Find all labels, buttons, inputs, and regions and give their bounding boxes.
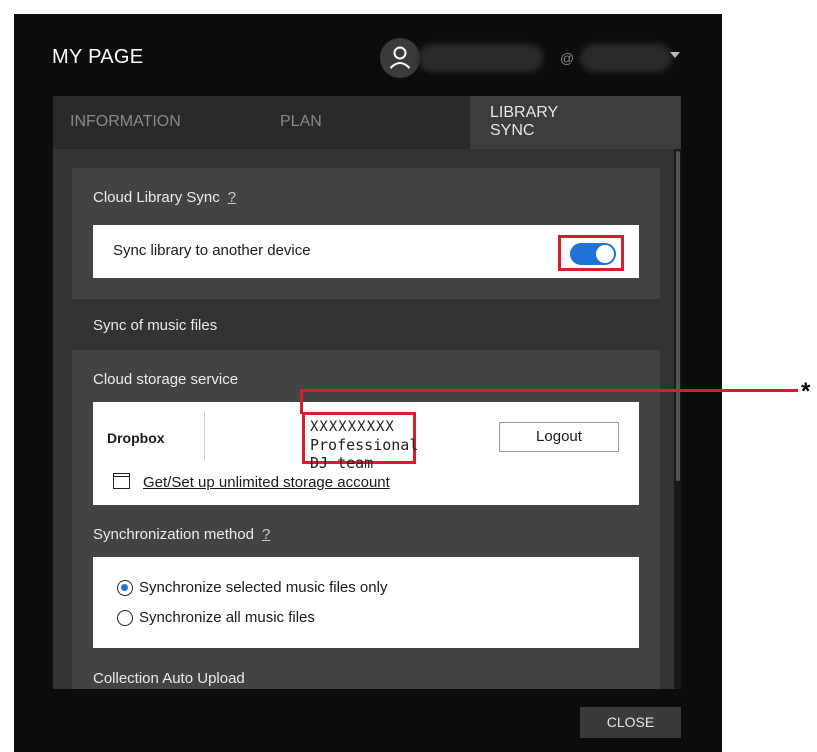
tab-bar: INFORMATION PLAN LIBRARY SYNC: [53, 96, 681, 149]
callout-line-vertical: [300, 389, 303, 414]
scrollbar-thumb[interactable]: [676, 151, 680, 481]
logout-button[interactable]: Logout: [499, 422, 619, 452]
radio-all-files-label[interactable]: Synchronize all music files: [139, 609, 315, 626]
account-highlight-box: XXXXXXXXX Professional DJ team: [302, 412, 418, 472]
radio-selected-files[interactable]: [117, 580, 133, 596]
unlimited-storage-link[interactable]: Get/Set up unlimited storage account: [143, 474, 390, 491]
my-page-window: MY PAGE @ INFORMATION PLAN LIBRARY SYNC …: [14, 14, 722, 752]
sync-music-files-title: Sync of music files: [93, 317, 218, 334]
close-button[interactable]: CLOSE: [580, 707, 681, 738]
cloud-storage-title: Cloud storage service: [93, 371, 239, 388]
storage-account-team: Professional DJ team: [310, 436, 419, 472]
tab-library-sync-label: LIBRARY SYNC: [490, 104, 558, 139]
storage-service-name: Dropbox: [107, 430, 165, 446]
window-title: MY PAGE: [52, 46, 144, 68]
radio-all-files[interactable]: [117, 610, 133, 626]
sync-library-toggle[interactable]: [570, 243, 616, 265]
cloud-library-sync-help-icon[interactable]: ?: [228, 189, 236, 206]
tab-plan[interactable]: PLAN: [263, 96, 470, 149]
cloud-library-sync-title: Cloud Library Sync?: [93, 189, 237, 206]
toggle-highlight-box: [558, 235, 624, 271]
annotation-asterisk: *: [801, 378, 811, 405]
tab-information[interactable]: INFORMATION: [53, 96, 263, 149]
auto-upload-title: Collection Auto Upload: [93, 670, 245, 687]
library-sync-panel: Cloud Library Sync? Sync library to anot…: [53, 149, 674, 689]
sync-method-help-icon[interactable]: ?: [262, 526, 270, 543]
cloud-storage-card: Dropbox XXXXXXXXX Professional DJ team L…: [93, 402, 639, 505]
window-icon: [113, 473, 130, 489]
tab-plan-label: PLAN: [280, 113, 322, 130]
sync-method-options: Synchronize selected music files only Sy…: [93, 557, 639, 648]
storage-account-id: XXXXXXXXX: [310, 419, 395, 435]
service-divider: [204, 412, 205, 460]
music-sync-section: Cloud storage service Dropbox XXXXXXXXX …: [72, 350, 660, 689]
tab-library-sync[interactable]: LIBRARY SYNC: [470, 96, 681, 149]
sync-library-row: Sync library to another device: [93, 225, 639, 278]
tab-information-label: INFORMATION: [70, 113, 181, 130]
toggle-knob: [596, 245, 614, 263]
cloud-library-sync-section: Cloud Library Sync? Sync library to anot…: [72, 168, 660, 299]
account-name[interactable]: @: [418, 44, 672, 74]
callout-line-horizontal: [300, 389, 798, 392]
sync-method-title: Synchronization method?: [93, 526, 271, 543]
user-avatar-icon[interactable]: [380, 38, 420, 78]
radio-selected-files-label[interactable]: Synchronize selected music files only: [139, 579, 387, 596]
sync-library-label: Sync library to another device: [113, 242, 311, 259]
account-at-sign: @: [560, 50, 575, 66]
account-dropdown-chevron-down-icon[interactable]: [670, 52, 680, 58]
